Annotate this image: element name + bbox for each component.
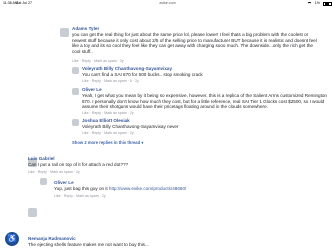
avatar[interactable] bbox=[40, 178, 47, 185]
comment-author[interactable]: Oliver Le bbox=[82, 87, 102, 92]
accessibility-icon[interactable]: ♿ bbox=[5, 232, 19, 246]
comment-actions[interactable]: Like · Reply · Mark as spam · 2y bbox=[54, 194, 106, 198]
status-url[interactable]: avike.com bbox=[0, 0, 335, 7]
comment-author[interactable]: Oliver Le bbox=[54, 180, 74, 185]
comment-actions[interactable]: Like · Reply · Mark as spam · 2y bbox=[82, 111, 134, 115]
comment-text-before-link: Yup, just bag this guy on it bbox=[54, 186, 109, 191]
comment-actions[interactable]: Like · Reply · Mark as spam · 2y bbox=[28, 170, 80, 174]
battery-percent: 1% bbox=[314, 1, 320, 5]
wifi-icon bbox=[306, 1, 312, 6]
product-link[interactable]: http://www.evike.com/products/48680/ bbox=[109, 186, 186, 191]
status-right: 1% bbox=[306, 0, 332, 7]
comment-text: Can I put a rail on top of it for attach… bbox=[28, 162, 129, 167]
status-bar: 11:36 AM Sat Jul 27 avike.com 1% bbox=[0, 0, 335, 7]
comment-actions[interactable]: Like · Reply · Mark as spam · 2y bbox=[72, 59, 124, 63]
comment-author[interactable]: Nemanja Radmanovic bbox=[28, 236, 76, 241]
comment-author[interactable]: Luis Gabriel bbox=[28, 156, 55, 161]
battery-icon bbox=[323, 1, 332, 6]
comment-actions[interactable]: Like · Reply · Mark as spam · 2y bbox=[82, 131, 134, 135]
comment-text: you can get the real thing for just abou… bbox=[72, 32, 317, 54]
comment-author[interactable]: Adams Tyler bbox=[72, 26, 99, 31]
avatar[interactable] bbox=[60, 28, 69, 37]
comment-text: The ejecting shells feature makes me not… bbox=[28, 242, 149, 247]
comment-author[interactable]: Voleyrath Billy Chanthavong-Sayamvixay bbox=[82, 66, 172, 71]
comment-text: Voleyrath Billy Chanthavong-Sayamvixay n… bbox=[82, 124, 179, 129]
comment-author[interactable]: Joshua Elliott Olesiak bbox=[82, 118, 130, 123]
comment-text: Yeah, I get what you mean by it being so… bbox=[82, 93, 327, 110]
show-more-replies-link[interactable]: Show 2 more replies in this thread ▾ bbox=[72, 140, 143, 145]
avatar[interactable] bbox=[28, 208, 37, 217]
avatar[interactable] bbox=[72, 88, 79, 95]
avatar[interactable] bbox=[72, 119, 79, 126]
comment-actions[interactable]: Like · Reply · Mark as spam · 5 · 2y bbox=[82, 79, 139, 83]
avatar[interactable] bbox=[72, 67, 79, 74]
comment-text: You can't find a SAI 870 for 500 bucks..… bbox=[82, 72, 203, 77]
comment-text: Yup, just bag this guy on it http://www.… bbox=[54, 186, 314, 192]
